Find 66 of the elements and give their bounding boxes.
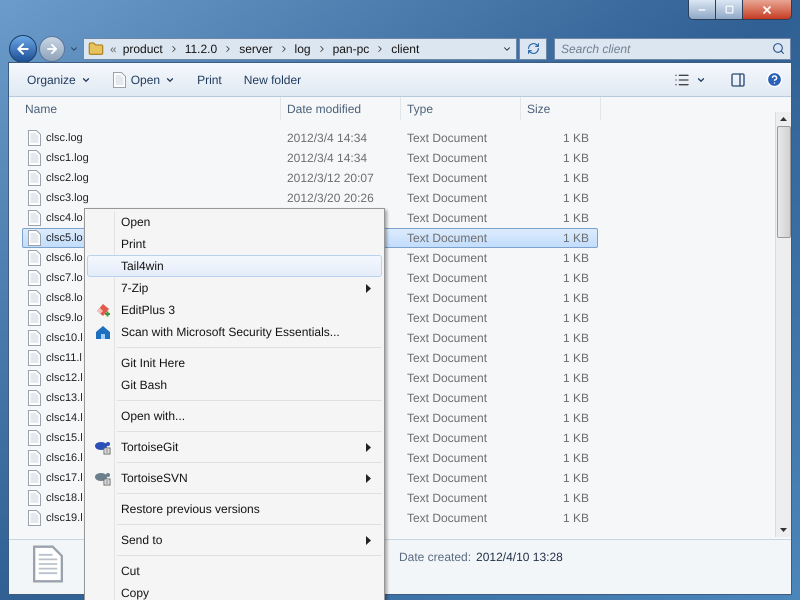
file-type: Text Document: [407, 271, 488, 285]
date-modified: 2012/3/4 14:34: [287, 151, 368, 165]
file-name: clsc11.l: [46, 350, 82, 366]
file-name: clsc10.l: [46, 330, 83, 346]
file-type: Text Document: [407, 391, 488, 405]
file-type: Text Document: [407, 331, 488, 345]
file-name: clsc8.lo: [46, 290, 83, 306]
file-name: clsc17.l: [46, 470, 83, 486]
file-name: clsc4.lo: [46, 210, 83, 226]
file-size: 1 KB: [562, 310, 589, 327]
date-modified: 2012/3/4 14:34: [287, 131, 368, 145]
file-size: 1 KB: [562, 350, 589, 367]
file-size: 1 KB: [562, 170, 589, 187]
file-type: Text Document: [407, 211, 488, 225]
file-type: Text Document: [407, 371, 488, 385]
file-name: clsc6.lo: [46, 250, 83, 266]
file-type: Text Document: [407, 131, 488, 145]
file-type: Text Document: [407, 411, 488, 425]
file-name: clsc12.l: [46, 370, 83, 386]
file-name: clsc2.log: [46, 170, 89, 186]
date-modified: 2012/3/20 20:26: [287, 191, 374, 205]
file-size: 1 KB: [562, 190, 589, 207]
file-size: 1 KB: [562, 150, 589, 167]
file-type: Text Document: [407, 171, 488, 185]
file-name: clsc7.lo: [46, 270, 83, 286]
file-name: clsc15.l: [46, 430, 83, 446]
file-type: Text Document: [407, 431, 488, 445]
file-type: Text Document: [407, 451, 488, 465]
file-size: 1 KB: [562, 250, 589, 267]
file-size: 1 KB: [562, 450, 589, 467]
file-name: clsc.log: [46, 130, 83, 146]
date-created-label: Date created:: [399, 549, 472, 566]
file-size: 1 KB: [562, 510, 589, 527]
file-name: clsc19.l: [46, 510, 83, 526]
date-modified: 2012/3/12 20:07: [287, 171, 374, 185]
file-size: 1 KB: [562, 230, 589, 247]
file-size: 1 KB: [562, 290, 589, 307]
date-created-value: 2012/4/10 13:28: [476, 549, 563, 566]
file-type: Text Document: [407, 351, 488, 365]
file-name: clsc5.lo: [46, 230, 83, 246]
file-size: 1 KB: [562, 270, 589, 287]
file-type: Text Document: [407, 151, 488, 165]
file-name: clsc1.log: [46, 150, 89, 166]
file-name: clsc13.l: [46, 390, 83, 406]
file-type: Text Document: [407, 471, 488, 485]
file-type: Text Document: [407, 491, 488, 505]
file-size: 1 KB: [562, 330, 589, 347]
file-type: Text Document: [407, 311, 488, 325]
file-size: 1 KB: [562, 470, 589, 487]
file-type: Text Document: [407, 251, 488, 265]
file-size: 1 KB: [562, 490, 589, 507]
file-name: clsc16.l: [46, 450, 83, 466]
file-type: Text Document: [407, 231, 488, 245]
file-name: clsc18.l: [46, 490, 83, 506]
file-size: 1 KB: [562, 370, 589, 387]
file-size: 1 KB: [562, 390, 589, 407]
file-size: 1 KB: [562, 210, 589, 227]
file-type: Text Document: [407, 511, 488, 525]
file-size: 1 KB: [562, 130, 589, 147]
file-type: Text Document: [407, 291, 488, 305]
file-name: clsc3.log: [46, 190, 89, 206]
file-type: Text Document: [407, 191, 488, 205]
file-name: clsc14.l: [46, 410, 83, 426]
file-size: 1 KB: [562, 410, 589, 427]
file-name: clsc9.lo: [46, 310, 83, 326]
file-size: 1 KB: [562, 430, 589, 447]
